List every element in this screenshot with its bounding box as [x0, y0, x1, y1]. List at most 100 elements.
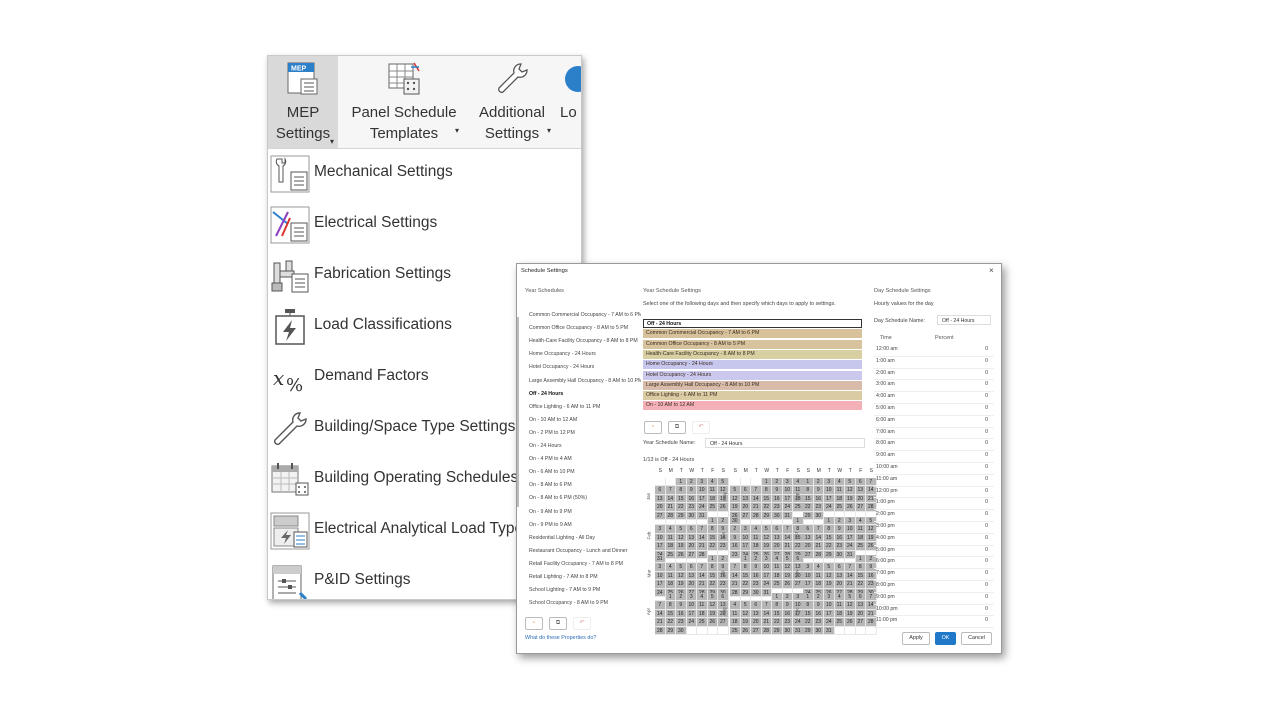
- calendar-day[interactable]: 19: [845, 609, 856, 619]
- calendar-day[interactable]: 18: [772, 571, 783, 581]
- calendar-day[interactable]: 4: [697, 593, 708, 602]
- calendar-day[interactable]: 27: [718, 618, 729, 627]
- calendar-day[interactable]: 24: [824, 503, 835, 512]
- calendar-day[interactable]: 22: [676, 503, 687, 512]
- calendar-day[interactable]: 10: [697, 486, 708, 495]
- hour-percent[interactable]: 0: [985, 533, 988, 545]
- calendar-day[interactable]: 16: [834, 533, 845, 543]
- calendar-day[interactable]: 6: [655, 486, 666, 495]
- calendar-day[interactable]: [676, 555, 687, 564]
- year-schedule-item[interactable]: Large Assembly Hall Occupancy - 8 AM to …: [529, 375, 641, 388]
- calendar-day[interactable]: 17: [740, 542, 751, 551]
- calendar-day[interactable]: 13: [803, 533, 814, 543]
- calendar-day[interactable]: [803, 555, 814, 564]
- calendar-day[interactable]: 8: [761, 486, 772, 495]
- calendar-day[interactable]: [655, 517, 666, 526]
- calendar-day[interactable]: 17: [686, 609, 697, 619]
- hour-percent[interactable]: 0: [985, 592, 988, 604]
- calendar-day[interactable]: 8: [824, 525, 835, 534]
- calendar-day[interactable]: 24: [824, 618, 835, 627]
- calendar-day[interactable]: 4: [793, 478, 804, 487]
- calendar-day[interactable]: 4: [730, 601, 741, 610]
- calendar-day[interactable]: [740, 517, 751, 526]
- calendar-day[interactable]: 18: [697, 609, 708, 619]
- calendar-day[interactable]: 15: [707, 571, 718, 581]
- calendar-day[interactable]: [855, 626, 866, 635]
- hour-percent[interactable]: 0: [985, 486, 988, 498]
- calendar-day[interactable]: 6: [718, 593, 729, 602]
- calendar-day[interactable]: 31: [655, 555, 666, 564]
- calendar-day[interactable]: 25: [772, 580, 783, 589]
- calendar-day[interactable]: 13: [772, 533, 783, 543]
- calendar-day[interactable]: 15: [707, 533, 718, 543]
- calendar-day[interactable]: 27: [793, 580, 804, 589]
- year-schedule-item[interactable]: Health-Care Facility Occupancy - 8 AM to…: [529, 335, 641, 348]
- calendar-day[interactable]: 18: [834, 494, 845, 504]
- calendar-day[interactable]: 16: [813, 494, 824, 504]
- calendar-day[interactable]: [686, 626, 697, 635]
- calendar-day[interactable]: 23: [772, 503, 783, 512]
- calendar-day[interactable]: 4: [751, 525, 762, 534]
- calendar-day[interactable]: 21: [813, 542, 824, 551]
- calendar-day[interactable]: [772, 517, 783, 526]
- calendar-day[interactable]: 18: [707, 494, 718, 504]
- calendar-day[interactable]: [655, 593, 666, 602]
- calendar-day[interactable]: 23: [813, 503, 824, 512]
- calendar-day[interactable]: 5: [718, 478, 729, 487]
- calendar-day[interactable]: 5: [782, 555, 793, 564]
- calendar-day[interactable]: [824, 555, 835, 564]
- calendar-day[interactable]: 19: [740, 618, 751, 627]
- hour-row[interactable]: 11:00 pm 0: [874, 615, 994, 629]
- calendar-day[interactable]: 26: [718, 503, 729, 512]
- calendar-day[interactable]: 7: [782, 525, 793, 534]
- calendar-day[interactable]: 21: [730, 580, 741, 589]
- calendar-day[interactable]: 17: [697, 494, 708, 504]
- hour-percent[interactable]: 0: [985, 356, 988, 368]
- duplicate-schedule-button[interactable]: ⧉: [549, 617, 567, 630]
- calendar-day[interactable]: 22: [707, 542, 718, 551]
- calendar-day[interactable]: 20: [751, 618, 762, 627]
- calendar-day[interactable]: 19: [730, 503, 741, 512]
- cancel-button[interactable]: Cancel: [961, 632, 992, 645]
- calendar-day[interactable]: 11: [855, 525, 866, 534]
- calendar-day[interactable]: 10: [824, 486, 835, 495]
- calendar-day[interactable]: 12: [676, 571, 687, 581]
- calendar-day[interactable]: 25: [855, 542, 866, 551]
- calendar-day[interactable]: 11: [730, 609, 741, 619]
- calendar-day[interactable]: 8: [665, 601, 676, 610]
- calendar-day[interactable]: 2: [813, 593, 824, 602]
- delete-day-schedule-button[interactable]: ↶: [692, 421, 710, 434]
- year-schedule-item[interactable]: Residential Lighting - All Day: [529, 532, 641, 545]
- calendar-day[interactable]: 2: [730, 525, 741, 534]
- calendar-day[interactable]: 10: [740, 533, 751, 543]
- close-icon[interactable]: ×: [989, 266, 994, 275]
- calendar-day[interactable]: 15: [824, 533, 835, 543]
- calendar-day[interactable]: 22: [761, 503, 772, 512]
- calendar-day[interactable]: 10: [655, 533, 666, 543]
- calendar-day[interactable]: 6: [686, 563, 697, 572]
- hour-percent[interactable]: 0: [985, 368, 988, 380]
- calendar-day[interactable]: 25: [834, 618, 845, 627]
- new-day-schedule-button[interactable]: ▫: [644, 421, 662, 434]
- calendar-day[interactable]: [730, 593, 741, 602]
- calendar-day[interactable]: 21: [697, 542, 708, 551]
- hour-percent[interactable]: 0: [985, 450, 988, 462]
- calendar-day[interactable]: 6: [855, 478, 866, 487]
- calendar-day[interactable]: [718, 626, 729, 635]
- calendar-day[interactable]: 11: [772, 563, 783, 572]
- calendar-day[interactable]: 18: [813, 580, 824, 589]
- calendar-day[interactable]: 14: [782, 533, 793, 543]
- calendar-day[interactable]: 27: [855, 618, 866, 627]
- calendar-day[interactable]: 7: [751, 486, 762, 495]
- calendar-day[interactable]: 25: [730, 626, 741, 635]
- calendar-day[interactable]: 19: [707, 609, 718, 619]
- calendar-day[interactable]: [686, 555, 697, 564]
- calendar-day[interactable]: 15: [803, 494, 814, 504]
- calendar-day[interactable]: 14: [665, 494, 676, 504]
- calendar-day[interactable]: 24: [782, 503, 793, 512]
- hour-percent[interactable]: 0: [985, 604, 988, 616]
- calendar-day[interactable]: 8: [707, 563, 718, 572]
- calendar-day[interactable]: 2: [686, 478, 697, 487]
- calendar-day[interactable]: [655, 478, 666, 487]
- calendar-day[interactable]: [845, 626, 856, 635]
